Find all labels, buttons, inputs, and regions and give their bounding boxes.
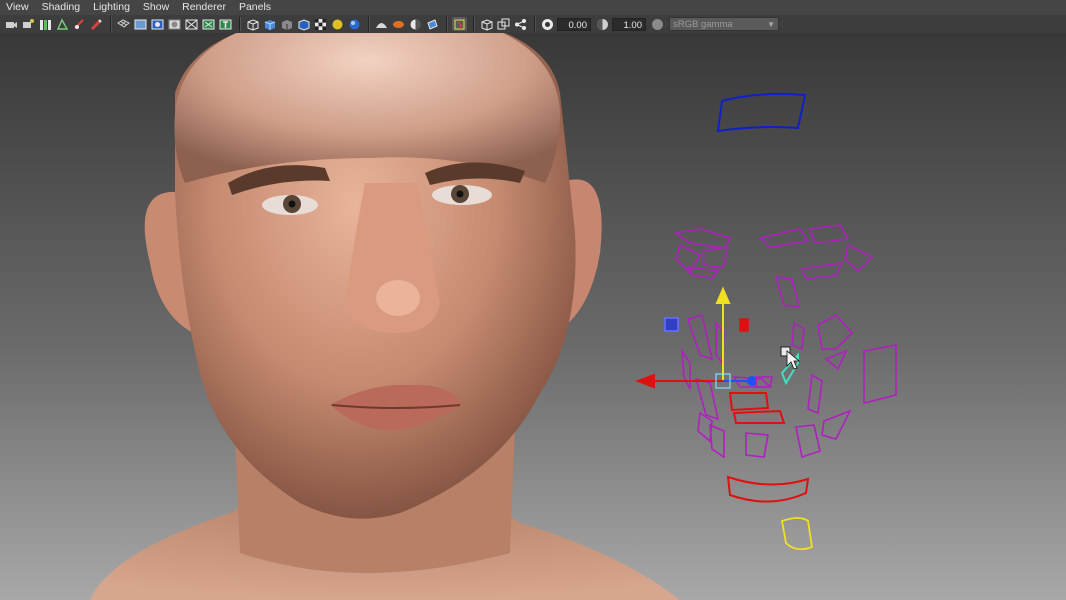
right-cheek-lower-control[interactable] [824, 349, 848, 371]
chevron-down-icon: ▼ [767, 20, 775, 29]
toolbar-separator [239, 17, 241, 31]
forehead-control[interactable] [716, 92, 807, 133]
toolbar-separator [368, 17, 370, 31]
left-brow-control[interactable] [673, 228, 732, 249]
camera-attributes-icon[interactable] [21, 17, 36, 31]
right-cheek-control[interactable] [817, 313, 854, 350]
gamma-field[interactable]: 1.00 [612, 17, 646, 31]
xray-active-components-icon[interactable] [496, 17, 511, 31]
isolate-select-icon[interactable] [452, 17, 467, 31]
tongue-control[interactable] [780, 517, 814, 551]
y-axis-arrowhead[interactable] [715, 286, 731, 304]
color-space-dropdown[interactable]: sRGB gamma ▼ [669, 17, 779, 31]
smooth-shade-icon[interactable] [262, 17, 277, 31]
wireframe-on-shaded-icon[interactable] [296, 17, 311, 31]
head-model[interactable] [90, 33, 680, 600]
left-brow-outer-control[interactable] [702, 246, 730, 268]
3d-viewport[interactable] [0, 33, 1066, 600]
depth-of-field-icon[interactable] [425, 17, 440, 31]
grid-icon[interactable] [116, 17, 131, 31]
menu-shading[interactable]: Shading [36, 0, 88, 15]
image-plane-icon[interactable] [55, 17, 70, 31]
screen-space-ao-icon[interactable] [374, 17, 389, 31]
left-nose-control[interactable] [686, 313, 714, 361]
move-manipulator[interactable] [635, 286, 773, 389]
toolbar-separator [534, 17, 536, 31]
blue-square-control[interactable] [664, 317, 679, 332]
right-nose-control[interactable] [791, 321, 805, 351]
right-cheek-upper-control[interactable] [774, 276, 801, 308]
gate-mask-icon[interactable] [167, 17, 182, 31]
right-mouth-corner-control[interactable] [807, 373, 823, 415]
viewport-toolbar: 0.00 1.00 sRGB gamma ▼ [0, 15, 1066, 33]
menu-view[interactable]: View [0, 0, 36, 15]
chin-right-outer-control[interactable] [821, 409, 852, 440]
toolbar-separator [110, 17, 112, 31]
xray-icon[interactable] [479, 17, 494, 31]
color-space-value: sRGB gamma [673, 19, 733, 30]
resolution-gate-icon[interactable] [150, 17, 165, 31]
exposure-icon[interactable] [540, 17, 555, 31]
nose-sneer-control[interactable] [739, 318, 749, 332]
menu-show[interactable]: Show [137, 0, 176, 15]
right-brow-control[interactable] [758, 228, 810, 248]
viewport-menu-bar: View Shading Lighting Show Renderer Pane… [0, 0, 1066, 15]
menu-lighting[interactable]: Lighting [87, 0, 137, 15]
menu-renderer[interactable]: Renderer [176, 0, 233, 15]
jaw-control[interactable] [726, 475, 810, 503]
viewport-scene [90, 33, 897, 600]
camera-select-icon[interactable] [4, 17, 19, 31]
wireframe-icon[interactable] [245, 17, 260, 31]
jaw-right-control[interactable] [863, 344, 897, 405]
upper-lip-control[interactable] [728, 392, 770, 412]
chin-left-lower-control[interactable] [709, 423, 725, 459]
film-gate-icon[interactable] [133, 17, 148, 31]
grease-pencil-icon[interactable] [89, 17, 104, 31]
textured-icon[interactable] [313, 17, 328, 31]
toolbar-separator [473, 17, 475, 31]
lower-lip-control[interactable] [732, 409, 786, 424]
use-all-lights-icon[interactable] [330, 17, 345, 31]
nose-tip-highlight [376, 280, 420, 316]
left-pupil [288, 200, 296, 208]
right-brow-outer-control[interactable] [844, 243, 874, 273]
z-axis-handle[interactable] [747, 376, 757, 386]
chin-center-control[interactable] [745, 432, 769, 458]
right-brow-inner-control[interactable] [808, 224, 850, 244]
multisample-aa-icon[interactable] [408, 17, 423, 31]
x-axis-arrowhead[interactable] [635, 373, 655, 389]
left-cheek-lower-control[interactable] [680, 348, 691, 390]
color-management-icon[interactable] [650, 17, 665, 31]
right-eye-control[interactable] [800, 261, 844, 280]
chin-right-control[interactable] [795, 424, 821, 459]
field-chart-icon[interactable] [184, 17, 199, 31]
safe-title-icon[interactable] [218, 17, 233, 31]
two-d-pan-icon[interactable] [72, 17, 87, 31]
safe-action-icon[interactable] [201, 17, 216, 31]
exposure-field[interactable]: 0.00 [557, 17, 591, 31]
face-rig-controls[interactable] [635, 92, 897, 551]
gamma-icon[interactable] [595, 17, 610, 31]
toolbar-separator [446, 17, 448, 31]
motion-blur-icon[interactable] [391, 17, 406, 31]
use-default-material-icon[interactable] [279, 17, 294, 31]
shadows-icon[interactable] [347, 17, 362, 31]
xray-joints-icon[interactable] [513, 17, 528, 31]
menu-panels[interactable]: Panels [233, 0, 278, 15]
right-pupil [456, 190, 464, 198]
bookmark-icon[interactable] [38, 17, 53, 31]
